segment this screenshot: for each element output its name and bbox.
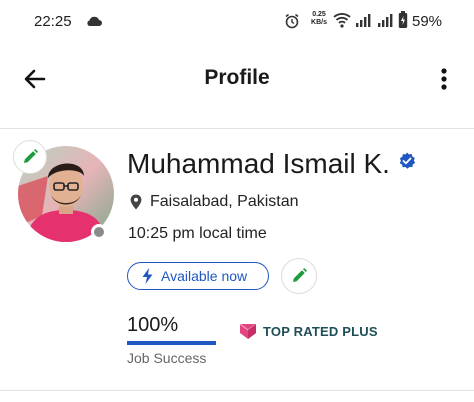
- edit-photo-button[interactable]: [13, 140, 47, 174]
- top-rated-label: TOP RATED PLUS: [263, 323, 378, 339]
- alarm-icon: [284, 13, 300, 34]
- pencil-icon: [293, 268, 307, 282]
- battery-percent: 59%: [412, 13, 443, 30]
- job-success-bar-fill: [127, 341, 216, 345]
- profile-name: Muhammad Ismail K.: [127, 148, 390, 179]
- availability-label: Available now: [161, 268, 248, 284]
- lightning-icon: [142, 268, 153, 284]
- more-options-button[interactable]: [432, 64, 456, 94]
- network-speed: 0.25 KB/s: [309, 11, 329, 27]
- cloud-icon: [86, 14, 102, 32]
- divider: [0, 390, 474, 391]
- online-status-indicator: [91, 224, 107, 240]
- location-row: Faisalabad, Pakistan: [130, 193, 299, 211]
- job-success-label: Job Success: [127, 350, 207, 366]
- local-time: 10:25 pm local time: [128, 225, 267, 242]
- status-bar: 22:25 0.25 KB/s 59%: [0, 0, 474, 44]
- job-success-bar: [127, 341, 216, 345]
- signal-icon: [377, 13, 393, 32]
- top-rated-badge: TOP RATED PLUS: [239, 322, 378, 340]
- battery-icon: [398, 11, 408, 34]
- more-vertical-icon: [441, 68, 447, 90]
- edit-availability-button[interactable]: [281, 258, 317, 294]
- availability-button[interactable]: Available now: [127, 262, 269, 290]
- wifi-icon: [333, 12, 351, 33]
- network-speed-unit: KB/s: [311, 19, 327, 26]
- verified-badge-icon: [398, 152, 416, 175]
- status-time: 22:25: [34, 13, 72, 30]
- location-pin-icon: [130, 194, 142, 210]
- divider: [0, 128, 474, 129]
- pencil-icon: [24, 149, 38, 163]
- location-text: Faisalabad, Pakistan: [150, 193, 299, 210]
- network-speed-value: 0.25: [312, 11, 326, 18]
- signal-icon: [355, 13, 371, 32]
- top-rated-plus-icon: [239, 323, 257, 339]
- job-success-value: 100%: [127, 314, 179, 336]
- app-bar: Profile: [0, 44, 474, 114]
- page-title: Profile: [204, 66, 270, 89]
